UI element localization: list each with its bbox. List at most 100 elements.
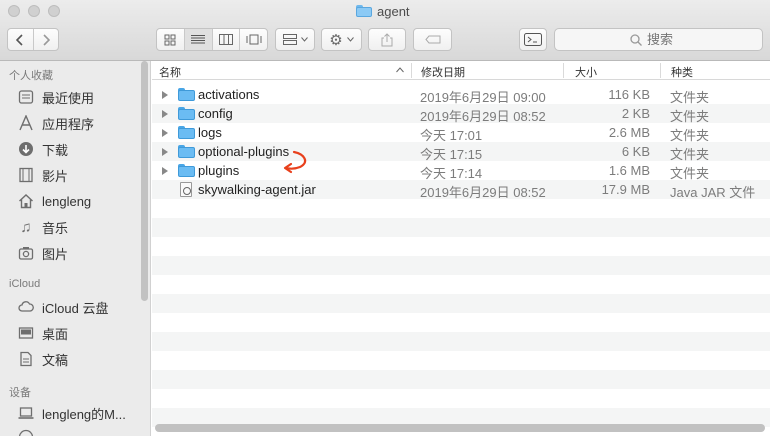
sidebar-section-icloud: iCloud [9,278,41,290]
search-input[interactable] [647,32,687,47]
list-icon [191,35,206,44]
file-row[interactable]: config 2019年6月29日 08:52 2 KB 文件夹 [152,104,770,124]
terminal-icon [524,33,542,46]
folder-icon [178,107,195,120]
file-size: 6 KB [621,144,650,159]
applications-icon [17,114,35,132]
file-size: 116 KB [608,87,650,102]
file-name: plugins [198,163,240,178]
sidebar-item-recents[interactable]: 最近使用 [17,87,94,107]
list-view-button[interactable] [183,29,212,50]
gear-icon: ⚙ [329,31,343,49]
view-mode-control [156,28,268,51]
columns-icon [218,34,233,45]
file-row[interactable]: optional-plugins 今天 17:15 6 KB 文件夹 [152,142,770,162]
file-size: 2 KB [621,106,650,121]
horizontal-scrollbar[interactable] [155,424,765,432]
terminal-button[interactable] [519,28,547,51]
sort-ascending-icon [396,67,404,73]
disclosure-triangle-icon[interactable] [162,167,168,175]
zoom-window-button[interactable] [48,5,60,17]
sidebar-item-home[interactable]: lengleng [17,191,91,211]
share-button[interactable] [368,28,406,51]
action-button[interactable]: ⚙ [321,28,362,51]
share-icon [381,32,393,46]
grid-icon [164,34,176,45]
sidebar-item-documents[interactable]: 文稿 [17,349,68,369]
file-name: logs [198,125,222,140]
column-header: 名称 修改日期 大小 种类 [152,61,770,80]
gallery-view-button[interactable] [239,29,267,50]
column-size-header[interactable]: 大小 [575,64,597,80]
download-icon [17,140,35,158]
sidebar-item-pictures[interactable]: 图片 [17,243,68,263]
column-name-header[interactable]: 名称 [159,64,181,80]
empty-row [152,313,770,332]
tags-button[interactable] [413,28,452,51]
empty-row [152,351,770,370]
sidebar-item-applications[interactable]: 应用程序 [17,113,94,133]
folder-icon [178,88,195,101]
file-name: skywalking-agent.jar [198,182,316,197]
empty-row [152,275,770,294]
column-view-button[interactable] [211,29,240,50]
sidebar-item-music[interactable]: ♫ 音乐 [17,217,68,237]
file-size: 1.6 MB [608,163,650,178]
folder-icon [178,145,195,158]
empty-row [152,199,770,218]
file-row[interactable]: plugins 今天 17:14 1.6 MB 文件夹 [152,161,770,181]
sidebar-section-devices: 设备 [9,387,31,399]
column-date-header[interactable]: 修改日期 [421,64,465,80]
file-row[interactable]: activations 2019年6月29日 09:00 116 KB 文件夹 [152,85,770,105]
empty-row [152,237,770,256]
close-window-button[interactable] [8,5,20,17]
disclosure-triangle-icon[interactable] [162,148,168,156]
file-size: 17.9 MB [601,182,650,197]
chevron-down-icon [300,37,308,42]
group-by-button[interactable] [275,28,315,51]
empty-row [152,389,770,408]
back-button[interactable] [8,29,33,50]
cloud-icon [17,298,35,316]
empty-row [152,218,770,237]
sidebar-scrollbar[interactable] [141,61,148,301]
sidebar-item-icloud-drive[interactable]: iCloud 云盘 [17,297,108,317]
search-field[interactable] [554,28,763,51]
tag-icon [424,35,440,44]
sidebar-item-partial [17,427,35,436]
pictures-icon [17,244,35,262]
folder-icon [356,5,372,17]
minimize-window-button[interactable] [28,5,40,17]
recents-icon [17,88,35,106]
desktop-icon [17,324,35,342]
icon-view-button[interactable] [157,29,184,50]
file-name: optional-plugins [198,144,290,159]
file-list: 名称 修改日期 大小 种类 activations 2019年6月29日 09:0… [152,61,770,436]
empty-row [152,294,770,313]
empty-row [152,332,770,351]
empty-row [152,256,770,275]
window-toolbar: agent ⚙ 搜索 [0,0,770,61]
folder-icon [178,164,195,177]
search-icon [630,33,642,46]
disclosure-triangle-icon[interactable] [162,91,168,99]
sidebar-item-movies[interactable]: 影片 [17,165,68,185]
chevron-right-icon [43,33,50,46]
sidebar: 个人收藏 最近使用 应用程序 下载 影片 lengleng ♫ 音乐 图片 iC… [0,61,151,436]
file-name: config [198,106,233,121]
sidebar-item-downloads[interactable]: 下载 [17,139,68,159]
sidebar-item-desktop[interactable]: 桌面 [17,323,68,343]
navigation-buttons [7,28,59,51]
chevron-left-icon [16,33,23,46]
file-row[interactable]: logs 今天 17:01 2.6 MB 文件夹 [152,123,770,143]
music-icon: ♫ [20,218,32,236]
disclosure-triangle-icon[interactable] [162,129,168,137]
empty-row [152,370,770,389]
computer-icon [17,404,35,422]
forward-button[interactable] [32,29,59,50]
sidebar-item-computer[interactable]: lengleng的M... [17,403,126,423]
disclosure-triangle-icon[interactable] [162,110,168,118]
document-icon [17,350,35,368]
file-row[interactable]: skywalking-agent.jar 2019年6月29日 08:52 17.9… [152,180,770,200]
column-kind-header[interactable]: 种类 [671,64,693,80]
